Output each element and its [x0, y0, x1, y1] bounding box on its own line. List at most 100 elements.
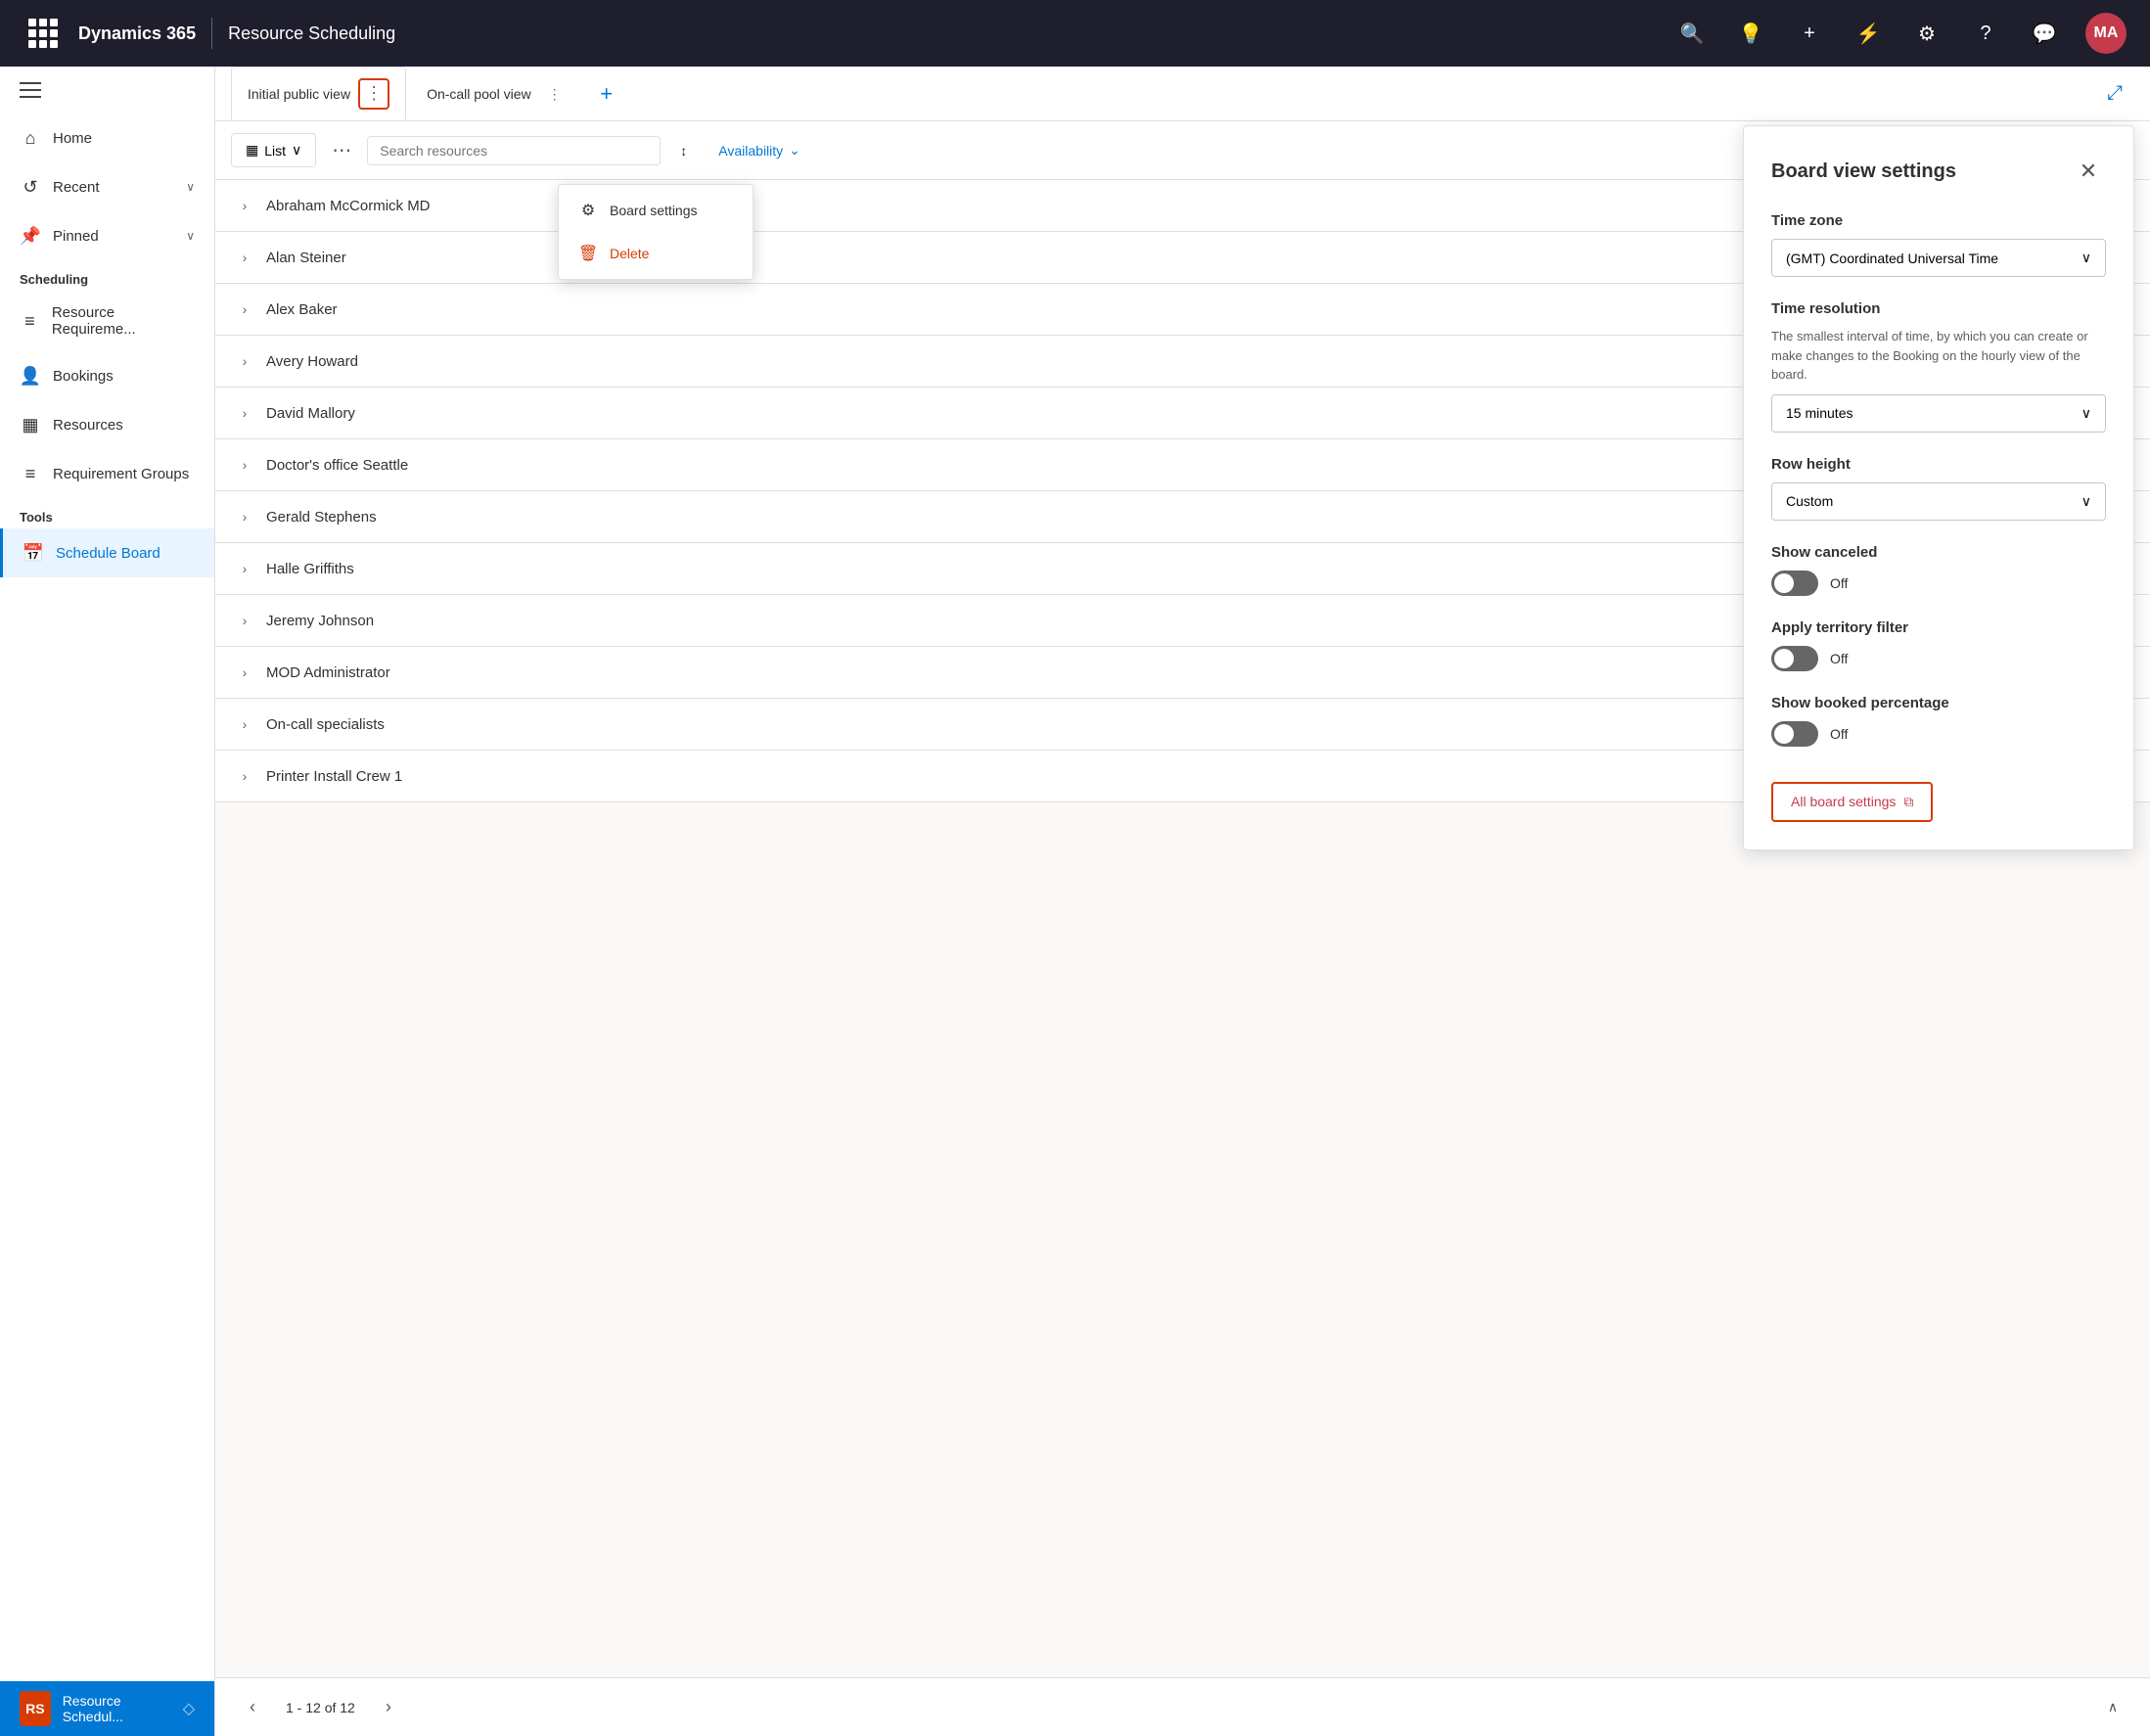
expand-chevron-icon[interactable]: ›	[235, 299, 254, 319]
expand-icon[interactable]: ⤢	[2095, 74, 2134, 114]
resource-name: Printer Install Crew 1	[266, 768, 402, 785]
user-avatar[interactable]: MA	[2085, 13, 2127, 54]
filter-icon[interactable]: ⚡	[1851, 16, 1886, 51]
dropdown-item-board-settings[interactable]: ⚙ Board settings	[559, 189, 753, 232]
view-list-button[interactable]: ▦ List ∨	[231, 133, 316, 167]
expand-chevron-icon[interactable]: ›	[235, 714, 254, 734]
expand-chevron-icon[interactable]: ›	[235, 403, 254, 423]
chat-icon[interactable]: 💬	[2027, 16, 2062, 51]
sidebar-item-resource-requirements[interactable]: ≡ Resource Requireme...	[0, 291, 214, 351]
all-board-settings-label: All board settings	[1791, 794, 1896, 809]
tools-section-title: Tools	[0, 498, 214, 528]
delete-icon: 🗑	[578, 244, 598, 263]
sidebar-item-label: Home	[53, 130, 92, 147]
search-resources-input[interactable]	[367, 136, 661, 165]
sort-icon: ↕	[680, 143, 687, 159]
sidebar-item-resources[interactable]: ▦ Resources	[0, 400, 214, 449]
expand-chevron-icon[interactable]: ›	[235, 248, 254, 267]
expand-chevron-icon[interactable]: ›	[235, 507, 254, 526]
settings-icon[interactable]: ⚙	[1909, 16, 1944, 51]
toggle-track[interactable]	[1771, 646, 1818, 671]
chevron-down-icon: ⌄	[789, 142, 801, 159]
show-canceled-section: Show canceled Off	[1771, 544, 2106, 596]
toggle-thumb	[1774, 724, 1794, 744]
row-height-value: Custom	[1786, 493, 1833, 509]
toggle-track[interactable]	[1771, 571, 1818, 596]
expand-chevron-icon[interactable]: ›	[235, 351, 254, 371]
search-icon[interactable]: 🔍	[1674, 16, 1710, 51]
rs-icon[interactable]: RS	[20, 1691, 51, 1726]
bottom-bar: RS Resource Schedul... ◇	[0, 1681, 214, 1736]
view-label: List	[264, 143, 286, 159]
resource-name: Gerald Stephens	[266, 509, 377, 525]
sidebar-item-requirement-groups[interactable]: ≡ Requirement Groups	[0, 449, 214, 498]
time-resolution-select[interactable]: 15 minutes ∨	[1771, 394, 2106, 433]
availability-button[interactable]: Availability ⌄	[707, 134, 812, 166]
toggle-track[interactable]	[1771, 721, 1818, 747]
resources-icon: ▦	[20, 414, 41, 435]
toggle-thumb	[1774, 573, 1794, 593]
list-icon: ≡	[20, 310, 40, 332]
time-zone-section: Time zone (GMT) Coordinated Universal Ti…	[1771, 212, 2106, 277]
tab-label: Initial public view	[248, 86, 350, 102]
pagination-info: 1 - 12 of 12	[286, 1700, 355, 1715]
pagination-next-button[interactable]: ›	[371, 1690, 406, 1725]
chevron-down-icon: ∨	[186, 229, 195, 243]
toolbar-ellipsis-button[interactable]: ⋯	[324, 133, 359, 168]
close-panel-button[interactable]: ✕	[2071, 154, 2106, 189]
expand-chevron-icon[interactable]: ›	[235, 662, 254, 682]
tab-more-button[interactable]: ⋮	[358, 78, 389, 110]
time-zone-select[interactable]: (GMT) Coordinated Universal Time ∨	[1771, 239, 2106, 277]
resource-name: Alan Steiner	[266, 250, 346, 266]
panel-header: Board view settings ✕	[1771, 154, 2106, 189]
pagination-prev-button[interactable]: ‹	[235, 1690, 270, 1725]
add-tab-button[interactable]: +	[591, 78, 622, 110]
sidebar-item-recent[interactable]: ↺ Recent ∨	[0, 162, 214, 211]
dropdown-item-label: Delete	[610, 246, 649, 261]
pagination-controls: ‹ 1 - 12 of 12 ›	[235, 1690, 406, 1725]
topbar-actions: 🔍 💡 + ⚡ ⚙ ? 💬 MA	[1674, 13, 2127, 54]
pinned-icon: 📌	[20, 225, 41, 247]
tab-label: On-call pool view	[427, 86, 531, 102]
expand-chevron-icon[interactable]: ›	[235, 559, 254, 578]
bookings-icon: 👤	[20, 365, 41, 387]
dropdown-item-delete[interactable]: 🗑 Delete	[559, 232, 753, 275]
sidebar-item-label: Resources	[53, 417, 123, 434]
show-booked-percentage-label: Show booked percentage	[1771, 695, 2106, 711]
recent-icon: ↺	[20, 176, 41, 198]
add-icon[interactable]: +	[1792, 16, 1827, 51]
sidebar-item-bookings[interactable]: 👤 Bookings	[0, 351, 214, 400]
expand-chevron-icon[interactable]: ›	[235, 611, 254, 630]
expand-chevron-icon[interactable]: ›	[235, 196, 254, 215]
row-height-section: Row height Custom ∨	[1771, 456, 2106, 521]
help-icon[interactable]: ?	[1968, 16, 2003, 51]
expand-chevron-icon[interactable]: ›	[235, 766, 254, 786]
tab-on-call-pool-view[interactable]: On-call pool view ⋮	[410, 67, 587, 120]
expand-chevron-icon[interactable]: ›	[235, 455, 254, 475]
sort-button[interactable]: ↕	[668, 135, 699, 166]
lightbulb-icon[interactable]: 💡	[1733, 16, 1768, 51]
chevron-down-icon: ∨	[292, 142, 301, 159]
sidebar-item-pinned[interactable]: 📌 Pinned ∨	[0, 211, 214, 260]
home-icon: ⌂	[20, 127, 41, 149]
chevron-down-icon: ∨	[2081, 250, 2091, 266]
time-resolution-value: 15 minutes	[1786, 405, 1853, 421]
scheduling-section-title: Scheduling	[0, 260, 214, 291]
waffle-icon[interactable]	[23, 14, 63, 53]
brand-name[interactable]: Dynamics 365	[78, 23, 196, 44]
bottom-bar-label: Resource Schedul...	[63, 1693, 171, 1724]
chevron-down-icon: ∨	[2081, 493, 2091, 510]
sidebar-item-schedule-board[interactable]: 📅 Schedule Board	[0, 528, 214, 577]
dropdown-menu: ⚙ Board settings 🗑 Delete	[558, 184, 754, 280]
tab-initial-public-view[interactable]: Initial public view ⋮	[231, 67, 406, 120]
toggle-thumb	[1774, 649, 1794, 668]
collapse-button[interactable]: ∧	[2095, 1690, 2130, 1725]
show-canceled-label: Show canceled	[1771, 544, 2106, 561]
sidebar-item-home[interactable]: ⌂ Home	[0, 114, 214, 162]
all-board-settings-button[interactable]: All board settings ⧉	[1771, 782, 1933, 822]
settings-panel: Board view settings ✕ Time zone (GMT) Co…	[1743, 125, 2134, 850]
apply-territory-filter-label: Apply territory filter	[1771, 619, 2106, 636]
tab-ellipsis-icon[interactable]: ⋮	[539, 78, 571, 110]
sidebar-hamburger[interactable]	[0, 67, 214, 114]
row-height-select[interactable]: Custom ∨	[1771, 482, 2106, 521]
